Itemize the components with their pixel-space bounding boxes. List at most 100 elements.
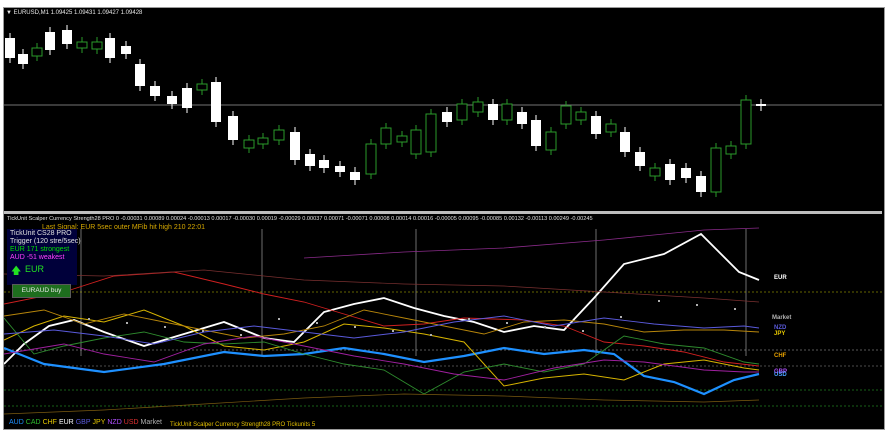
- market-dot: [88, 318, 90, 320]
- candle-body: [228, 116, 238, 140]
- nzd-line: [4, 335, 759, 381]
- right-price-scale[interactable]: [882, 8, 884, 429]
- market-dot: [354, 326, 356, 328]
- market-dot: [392, 330, 394, 332]
- market-dot: [544, 326, 546, 328]
- candle-body: [365, 143, 377, 175]
- legend-nzd: NZD: [107, 419, 122, 426]
- market-dot: [658, 300, 660, 302]
- candle-body: [211, 82, 221, 122]
- market-dot: [620, 316, 622, 318]
- candle-body: [531, 120, 541, 146]
- legend-usd: USD: [123, 419, 139, 426]
- candle-body: [756, 104, 766, 106]
- info-panel: TickUnit CS28 PRO Trigger (120 stre/5sec…: [7, 229, 81, 285]
- candlestick-chart[interactable]: [4, 8, 884, 211]
- currency-legend: AUD CAD CHF EUR GBP JPY NZD USD Market: [9, 419, 164, 426]
- info-panel-title: TickUnit CS28 PRO: [10, 230, 72, 237]
- strongest-currency: EUR 171 strongest: [10, 246, 70, 253]
- usd-line: [4, 271, 760, 367]
- candle-body: [488, 104, 498, 120]
- market-dot: [430, 334, 432, 336]
- candle-body: [380, 127, 392, 145]
- candle-body: [517, 112, 527, 124]
- candle-body: [425, 113, 437, 153]
- candle-body: [710, 147, 722, 193]
- indicator-pane[interactable]: TickUnit Scalper Currency Strength28 PRO…: [4, 214, 884, 429]
- market-dot: [164, 326, 166, 328]
- jpy-line: [4, 309, 760, 339]
- candle-body: [91, 41, 103, 50]
- candle-body: [560, 105, 572, 125]
- info-trigger: Trigger (120 stre/5sec): [10, 238, 81, 245]
- candle-body: [591, 116, 601, 134]
- candle-body: [350, 172, 360, 180]
- indicator-title: TickUnit Scalper Currency Strength28 PRO…: [7, 216, 593, 222]
- candle-body: [456, 103, 468, 121]
- legend-chf: CHF: [42, 419, 57, 426]
- candle-body: [5, 38, 15, 58]
- market-dot: [278, 318, 280, 320]
- nzd-outer-line: [303, 227, 760, 259]
- legend-jpy: JPY: [92, 419, 106, 426]
- market-dot: [468, 318, 470, 320]
- candle-body: [575, 111, 587, 121]
- candle-body: [740, 99, 752, 145]
- candle-body: [319, 160, 329, 168]
- chf-line: [4, 309, 760, 387]
- candle-body: [649, 167, 661, 177]
- candle-body: [150, 86, 160, 96]
- price-pane[interactable]: ▼ EURUSD,M1 1.09425 1.09431 1.09427 1.09…: [4, 8, 884, 211]
- legend-cad: CAD: [25, 419, 41, 426]
- market-dot: [240, 334, 242, 336]
- market-dot: [696, 304, 698, 306]
- candle-body: [501, 103, 513, 121]
- label-usd: USD: [774, 372, 787, 378]
- chart-window: ▼ EURUSD,M1 1.09425 1.09431 1.09427 1.09…: [0, 0, 894, 437]
- market-dot: [582, 330, 584, 332]
- legend-market: Market: [140, 419, 162, 426]
- candle-body: [635, 152, 645, 166]
- label-eur: EUR: [774, 275, 787, 281]
- candle-body: [18, 54, 28, 64]
- label-jpy: JPY: [774, 331, 786, 337]
- candle-body: [410, 129, 422, 155]
- usd-band-line: [4, 269, 760, 303]
- candle-body: [545, 131, 557, 151]
- candle-body: [725, 145, 737, 155]
- market-dot: [734, 308, 736, 310]
- candle-body: [121, 46, 131, 54]
- candle-body: [243, 139, 255, 149]
- legend-gbp: GBP: [75, 419, 91, 426]
- weakest-currency: AUD -51 weakest: [10, 254, 65, 261]
- candle-body: [620, 132, 630, 152]
- candle-body: [305, 154, 315, 166]
- chart-area[interactable]: ▼ EURUSD,M1 1.09425 1.09431 1.09427 1.09…: [3, 7, 885, 430]
- arrow-up-icon: 🡅: [11, 266, 22, 277]
- chart-title: ▼ EURUSD,M1 1.09425 1.09431 1.09427 1.09…: [6, 10, 143, 16]
- gbp-line: [4, 315, 760, 345]
- candle-body: [605, 123, 617, 133]
- label-chf: CHF: [774, 353, 787, 359]
- trade-button[interactable]: EURAUD buy: [12, 284, 71, 298]
- candle-body: [696, 176, 706, 192]
- legend-aud: AUD: [9, 419, 24, 426]
- candle-body: [105, 38, 115, 58]
- candle-body: [681, 168, 691, 178]
- candle-body: [290, 132, 300, 160]
- candle-body: [257, 137, 269, 145]
- candle-body: [396, 135, 408, 143]
- label-market: Market: [772, 315, 792, 321]
- candle-body: [665, 164, 675, 180]
- market-dot: [202, 330, 204, 332]
- market-dot: [126, 322, 128, 324]
- candle-body: [76, 41, 88, 49]
- candle-body: [273, 129, 285, 141]
- currency-strength-chart[interactable]: [4, 214, 884, 429]
- candle-body: [442, 112, 452, 122]
- candle-body: [472, 101, 484, 113]
- indicator-footer: TickUnit Scalper Currency Strength28 PRO…: [170, 422, 316, 428]
- candle-body: [45, 32, 55, 50]
- legend-eur: EUR: [58, 419, 74, 426]
- candle-body: [135, 64, 145, 86]
